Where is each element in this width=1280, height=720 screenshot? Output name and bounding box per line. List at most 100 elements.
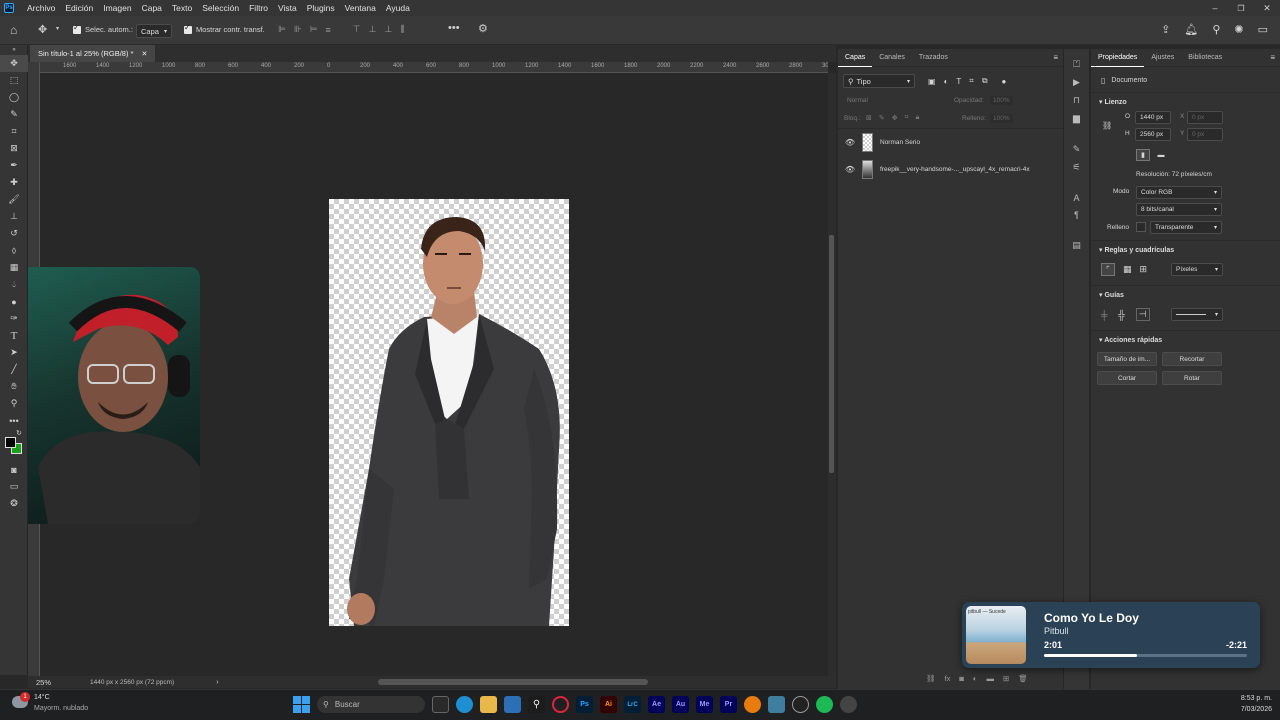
filter-type-icon[interactable]: T xyxy=(956,77,961,86)
davinci-icon[interactable] xyxy=(840,696,857,713)
tab-canales[interactable]: Canales xyxy=(872,49,912,67)
mode-dropdown[interactable]: Color RGB ▾ xyxy=(1136,186,1222,199)
guides-section[interactable]: ▾ Guías xyxy=(1099,291,1124,299)
more-tools-icon[interactable]: ••• xyxy=(0,412,28,429)
align-top-icon[interactable]: ⊤ xyxy=(353,24,361,35)
landscape-icon[interactable]: ▬ xyxy=(1154,149,1168,161)
blender-icon[interactable] xyxy=(744,696,761,713)
fill-value[interactable]: 100% xyxy=(990,114,1013,123)
collapse-arrows-icon[interactable]: » xyxy=(0,45,28,55)
adjustment-icon[interactable]: ◐ xyxy=(973,674,978,683)
align-left-icon[interactable]: ⊫ xyxy=(278,24,286,35)
photoshop-icon[interactable]: Ps xyxy=(576,696,593,713)
align-right-icon[interactable]: ⊨ xyxy=(310,24,318,35)
hand-tool-icon[interactable]: ✋︎ xyxy=(0,378,28,395)
link-dimensions-icon[interactable]: ⛓ xyxy=(1102,121,1112,130)
auto-select-checkbox[interactable]: Selec. autom.: xyxy=(73,23,133,34)
layer-name[interactable]: Norman Serio xyxy=(880,139,920,146)
trash-icon[interactable]: 🗑︎ xyxy=(1018,674,1028,683)
filter-smart-icon[interactable]: ⧉ xyxy=(982,76,988,86)
gear-icon[interactable]: ⚙ xyxy=(478,22,488,35)
tab-trazados[interactable]: Trazados xyxy=(912,49,955,67)
history-brush-icon[interactable]: ↺ xyxy=(0,225,28,242)
character-icon[interactable]: A xyxy=(1073,193,1079,203)
ruler-icon[interactable]: ⌜ xyxy=(1101,263,1115,276)
adjust-sliders-icon[interactable]: ⚟ xyxy=(1072,162,1080,173)
move-tool-icon[interactable]: ✥ xyxy=(0,55,28,72)
blur-tool-icon[interactable]: 💧︎ xyxy=(0,276,28,293)
height-field[interactable]: 2560 px xyxy=(1135,128,1171,141)
document-tab[interactable]: Sin título-1 al 25% (RGB/8) * ✕ xyxy=(30,45,156,62)
filter-adjust-icon[interactable]: ◐ xyxy=(944,77,949,86)
layer-row[interactable]: 👁︎ Norman Serio xyxy=(838,130,1063,155)
media-encoder-icon[interactable]: Me xyxy=(696,696,713,713)
lock-artboard-icon[interactable]: ⌗ xyxy=(905,114,909,122)
search-box[interactable]: ⚲ Buscar xyxy=(317,696,425,713)
mail-icon[interactable]: ⚲ xyxy=(528,696,545,713)
blend-mode[interactable]: Normal xyxy=(847,97,868,104)
tab-bibliotecas[interactable]: Bibliotecas xyxy=(1181,49,1229,67)
menu-vista[interactable]: Vista xyxy=(273,3,302,13)
width-field[interactable]: 1440 px xyxy=(1135,111,1171,124)
mask-icon[interactable]: ◙ xyxy=(959,674,964,683)
close-tab-icon[interactable]: ✕ xyxy=(141,50,147,58)
folder-icon[interactable]: ▬ xyxy=(986,674,994,683)
menu-imagen[interactable]: Imagen xyxy=(98,3,136,13)
tab-capas[interactable]: Capas xyxy=(838,49,873,67)
close-icon[interactable]: ✕ xyxy=(1254,3,1280,14)
fill-swatch[interactable] xyxy=(1136,222,1146,232)
zoom-tool-icon[interactable]: ⚲ xyxy=(0,395,28,412)
guide-icon[interactable]: ╪ xyxy=(1101,310,1107,320)
gradient-tool-icon[interactable]: ▦ xyxy=(0,259,28,276)
marquee-tool-icon[interactable]: ⬚ xyxy=(0,72,28,89)
move-tool-icon[interactable]: ✥ xyxy=(38,23,47,36)
menu-filtro[interactable]: Filtro xyxy=(244,3,273,13)
menu-ventana[interactable]: Ventana xyxy=(340,3,381,13)
swap-colors-icon[interactable]: ↻ xyxy=(16,429,22,437)
rotate-button[interactable]: Rotar xyxy=(1162,371,1222,385)
opacity-value[interactable]: 100% xyxy=(990,96,1013,105)
eyedropper-tool-icon[interactable]: ✒ xyxy=(0,157,28,174)
paragraph-icon[interactable]: ¶ xyxy=(1074,210,1079,220)
bit-depth-dropdown[interactable]: 8 bits/canal ▾ xyxy=(1136,203,1222,216)
lasso-tool-icon[interactable]: ◯ xyxy=(0,89,28,106)
lock-pixels-icon[interactable]: ⊠ xyxy=(866,114,872,122)
menu-capa[interactable]: Capa xyxy=(137,3,167,13)
dodge-tool-icon[interactable]: ● xyxy=(0,293,28,310)
lock-brush-icon[interactable]: ✎ xyxy=(879,114,885,122)
actions-play-icon[interactable]: ▶ xyxy=(1073,77,1080,88)
app-icon[interactable] xyxy=(768,696,785,713)
frame-tool-icon[interactable]: ⊠ xyxy=(0,140,28,157)
progress-track[interactable] xyxy=(1044,654,1247,657)
link-icon[interactable]: ⛓ xyxy=(926,674,936,683)
menu-plugins[interactable]: Plugins xyxy=(302,3,340,13)
discover-icon[interactable]: ✺ xyxy=(1234,23,1243,36)
cut-button[interactable]: Cortar xyxy=(1097,371,1157,385)
menu-ayuda[interactable]: Ayuda xyxy=(381,3,415,13)
horizontal-scrollbar[interactable] xyxy=(378,679,648,685)
eye-icon[interactable]: 👁︎ xyxy=(838,138,862,147)
panel-menu-icon[interactable]: ≡ xyxy=(1270,53,1275,62)
menu-texto[interactable]: Texto xyxy=(167,3,197,13)
menu-archivo[interactable]: Archivo xyxy=(22,3,60,13)
guide-shape-icon[interactable]: ⊣ xyxy=(1135,308,1150,321)
layer-name[interactable]: freepik__very-handsome-..._upscayl_4x_re… xyxy=(880,166,1030,173)
show-transform-check-icon[interactable] xyxy=(184,23,192,34)
crop-button[interactable]: Recortar xyxy=(1162,352,1222,366)
align-justify-icon[interactable]: ≡ xyxy=(326,25,331,35)
rulers-section[interactable]: ▾ Reglas y cuadrículas xyxy=(1099,246,1174,254)
guide-style-dropdown[interactable]: ▾ xyxy=(1171,308,1223,321)
clock-date[interactable]: 7/03/2026 xyxy=(1241,706,1272,713)
portrait-icon[interactable]: ▮ xyxy=(1136,149,1150,161)
type-tool-icon[interactable]: T xyxy=(0,327,28,344)
eye-icon[interactable]: 👁︎ xyxy=(838,165,862,174)
new-layer-icon[interactable]: ⊞ xyxy=(1003,674,1009,683)
generative-icon[interactable]: ❂ xyxy=(0,495,28,512)
healing-brush-icon[interactable]: ✚ xyxy=(0,174,28,191)
fx-icon[interactable]: fx xyxy=(945,674,951,683)
comments-icon[interactable]: ▆ xyxy=(1073,113,1080,124)
illustrator-icon[interactable]: Ai xyxy=(600,696,617,713)
tab-ajustes[interactable]: Ajustes xyxy=(1144,49,1181,67)
clock-time[interactable]: 8:53 p. m. xyxy=(1241,695,1272,702)
menu-edicion[interactable]: Edición xyxy=(60,3,98,13)
